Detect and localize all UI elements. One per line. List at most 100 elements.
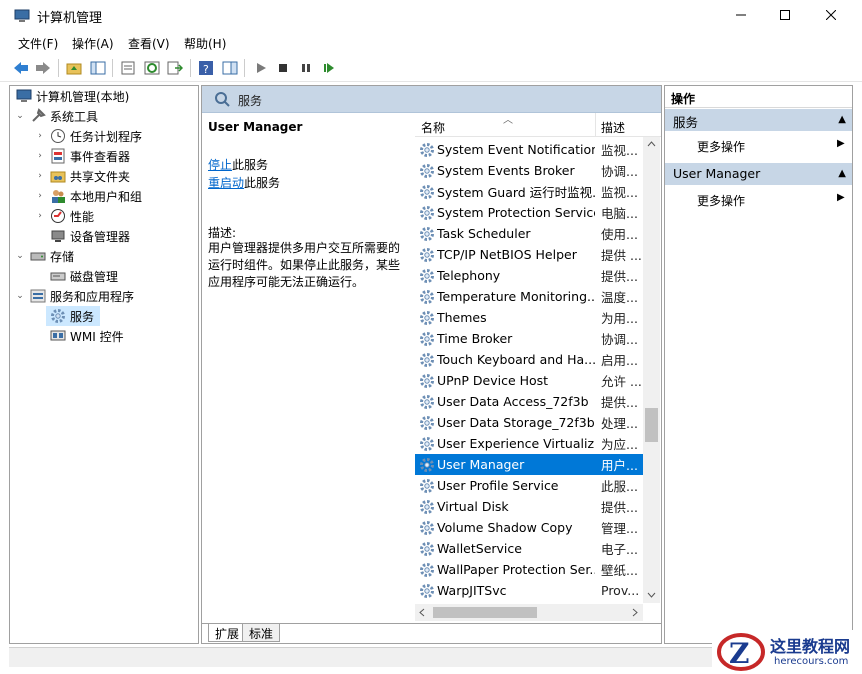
service-row[interactable]: System Event Notification... 监视... [415,139,643,160]
export-button[interactable] [166,59,184,77]
service-row[interactable]: User Experience Virtualiz... 为应... [415,433,643,454]
tree-local-users[interactable]: › 本地用户和组 [34,186,142,206]
service-description-cell: 启用... [601,353,638,368]
services-pane: 服务 User Manager 停止此服务 重启动此服务 描述: 用户管理器提供… [201,85,662,644]
service-row[interactable]: WalletService 电子... [415,538,643,559]
service-row[interactable]: User Data Access_72f3b 提供... [415,391,643,412]
tree-device-manager[interactable]: 设备管理器 [46,226,130,246]
tab-extended[interactable]: 扩展 [208,624,247,642]
tree-root[interactable]: 计算机管理(本地) [12,86,129,106]
service-row[interactable]: System Events Broker 协调... [415,160,643,181]
chevron-right-icon[interactable]: › [34,191,46,201]
help-icon: ? [199,61,213,76]
tree-storage[interactable]: ⌄ 存储 [14,246,74,266]
restart-icon [324,63,334,73]
tab-standard[interactable]: 标准 [242,624,281,642]
scroll-right-icon[interactable] [632,608,638,617]
tree-task-scheduler[interactable]: › 任务计划程序 [34,126,142,146]
horizontal-scrollbar[interactable] [415,604,643,621]
scroll-up-icon[interactable] [647,141,656,147]
column-header-description[interactable]: 描述 [601,119,625,136]
help-button[interactable]: ? [197,59,215,77]
minimize-button[interactable] [718,0,764,30]
collapse-up-icon[interactable]: ▲ [838,168,846,179]
service-row[interactable]: WallPaper Protection Ser... 壁纸... [415,559,643,580]
properties-button[interactable] [119,59,137,77]
more-actions-services[interactable]: 更多操作 ▶ [697,138,845,155]
vertical-scroll-thumb[interactable] [645,408,658,442]
gear-icon [420,478,434,493]
chevron-right-icon[interactable]: › [34,131,46,141]
tree-performance[interactable]: › 性能 [34,206,94,226]
service-row[interactable]: UPnP Device Host 允许 ... [415,370,643,391]
tree-label: 任务计划程序 [70,129,143,144]
show-hide-tree-button[interactable] [89,59,107,77]
restart-service-link[interactable]: 重启动 [208,176,244,190]
tree-wmi[interactable]: WMI 控件 [46,326,124,346]
refresh-button[interactable] [143,59,161,77]
restart-service-button[interactable] [320,59,338,77]
forward-button[interactable] [34,59,52,77]
tree-disk-management[interactable]: 磁盘管理 [46,266,118,286]
back-button[interactable] [12,59,30,77]
service-row[interactable]: Telephony 提供... [415,265,643,286]
show-action-pane-button[interactable] [221,59,239,77]
tree-label: 磁盘管理 [70,269,119,284]
menu-help[interactable]: 帮助(H) [184,35,226,52]
gear-icon [420,310,434,325]
service-row[interactable]: Touch Keyboard and Ha... 启用... [415,349,643,370]
service-row[interactable]: System Guard 运行时监视... 监视... [415,181,643,202]
service-row[interactable]: Time Broker 协调... [415,328,643,349]
chevron-right-icon[interactable]: › [34,211,46,221]
service-row[interactable]: User Data Storage_72f3b 处理... [415,412,643,433]
collapse-up-icon[interactable]: ▲ [838,114,846,125]
menu-view[interactable]: 查看(V) [128,35,170,52]
service-row[interactable]: Task Scheduler 使用... [415,223,643,244]
menu-action[interactable]: 操作(A) [72,35,114,52]
tree-system-tools[interactable]: ⌄ 系统工具 [14,106,98,126]
stop-icon [279,64,287,72]
service-row[interactable]: Temperature Monitoring... 温度... [415,286,643,307]
tree-event-viewer[interactable]: › 事件查看器 [34,146,130,166]
service-description-cell: 处理... [601,416,638,431]
gear-icon [420,331,434,346]
service-row[interactable]: User Profile Service 此服... [415,475,643,496]
close-button[interactable] [808,0,854,30]
menu-file[interactable]: 文件(F) [18,35,58,52]
scroll-down-icon[interactable] [647,592,656,598]
pause-service-button[interactable] [297,59,315,77]
service-name: Volume Shadow Copy [437,520,573,535]
tree-services[interactable]: 服务 [46,306,100,326]
horizontal-scroll-thumb[interactable] [433,607,537,618]
stop-service-link[interactable]: 停止 [208,158,232,172]
vertical-scrollbar[interactable] [643,137,660,603]
service-description-cell: 允许 ... [601,374,642,389]
actions-section-user-manager[interactable]: User Manager ▲ [665,163,852,185]
service-row[interactable]: System Protection Service 电脑... [415,202,643,223]
service-row[interactable]: Themes 为用... [415,307,643,328]
service-description-cell: 用户... [601,458,638,473]
actions-section-services[interactable]: 服务 ▲ [665,109,852,131]
tree-services-apps[interactable]: ⌄ 服务和应用程序 [14,286,134,306]
column-header-name[interactable]: 名称 [421,119,445,136]
service-row[interactable]: User Manager 用户... [415,454,643,475]
more-actions-user-manager[interactable]: 更多操作 ▶ [697,192,845,209]
service-row[interactable]: WarpJITSvc Prov... [415,580,643,601]
chevron-right-icon[interactable]: › [34,151,46,161]
chevron-down-icon[interactable]: ⌄ [14,291,26,301]
service-row[interactable]: Virtual Disk 提供... [415,496,643,517]
minimize-icon [736,14,746,16]
chevron-down-icon[interactable]: ⌄ [14,111,26,121]
service-row[interactable]: Volume Shadow Copy 管理... [415,517,643,538]
tree-shared-folders[interactable]: › 共享文件夹 [34,166,130,186]
scroll-left-icon[interactable] [419,608,425,617]
up-folder-button[interactable] [65,59,83,77]
stop-service-button[interactable] [274,59,292,77]
service-row[interactable]: TCP/IP NetBIOS Helper 提供 ... [415,244,643,265]
chevron-right-icon[interactable]: › [34,171,46,181]
service-description-cell: 温度... [601,290,638,305]
chevron-down-icon[interactable]: ⌄ [14,251,26,261]
maximize-button[interactable] [762,0,808,30]
start-service-button[interactable] [252,59,270,77]
gear-icon [420,436,434,451]
